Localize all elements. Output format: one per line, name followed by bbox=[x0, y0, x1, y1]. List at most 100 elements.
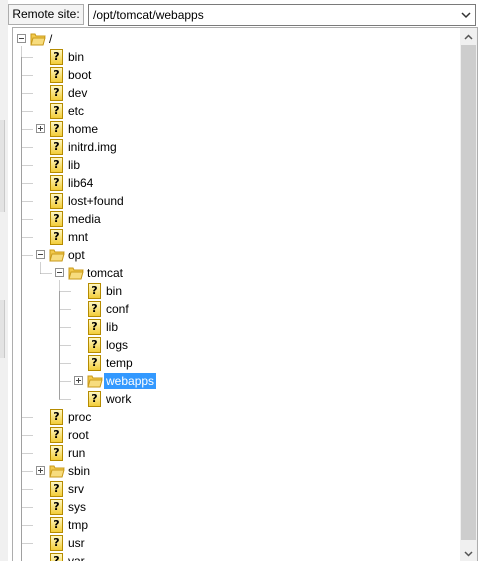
tree-node-lib[interactable]: ? lib bbox=[13, 156, 453, 174]
question-icon: ? bbox=[50, 139, 63, 155]
tree-node-label: etc bbox=[68, 104, 85, 118]
remote-site-bar: Remote site: /opt/tomcat/webapps bbox=[8, 4, 476, 26]
expand-plus-icon[interactable] bbox=[36, 124, 45, 133]
tree-node-label: opt bbox=[68, 248, 85, 262]
tree-node-label: logs bbox=[106, 338, 129, 352]
tree-node-label: bin bbox=[68, 50, 85, 64]
tree-node-mnt[interactable]: ? mnt bbox=[13, 228, 453, 246]
tree-node-proc[interactable]: ? proc bbox=[13, 408, 453, 426]
tree-node-bin[interactable]: ? bin bbox=[13, 48, 453, 66]
tree-node-logs[interactable]: ? logs bbox=[13, 336, 453, 354]
tree-node-label: tmp bbox=[68, 518, 89, 532]
question-icon: ? bbox=[50, 157, 63, 173]
folder-icon bbox=[30, 31, 46, 46]
tree-node-root[interactable]: ? root bbox=[13, 426, 453, 444]
scrollbar-thumb[interactable] bbox=[461, 45, 476, 540]
tree-node-label: initrd.img bbox=[68, 140, 117, 154]
tree-node-bin[interactable]: ? bin bbox=[13, 282, 453, 300]
tree-node-label: run bbox=[68, 446, 86, 460]
tree-node-run[interactable]: ? run bbox=[13, 444, 453, 462]
tree-node-label: work bbox=[106, 392, 132, 406]
tree-node-dev[interactable]: ? dev bbox=[13, 84, 453, 102]
remote-site-path-input[interactable]: /opt/tomcat/webapps bbox=[88, 4, 476, 26]
question-icon: ? bbox=[50, 85, 63, 101]
question-icon: ? bbox=[50, 121, 63, 137]
question-icon: ? bbox=[88, 391, 101, 407]
tree-node-lib64[interactable]: ? lib64 bbox=[13, 174, 453, 192]
tree-node-tmp[interactable]: ? tmp bbox=[13, 516, 453, 534]
tree-node-media[interactable]: ? media bbox=[13, 210, 453, 228]
chevron-down-icon[interactable] bbox=[458, 6, 474, 24]
question-icon: ? bbox=[50, 229, 63, 245]
remote-site-path-text: /opt/tomcat/webapps bbox=[93, 8, 204, 22]
folder-icon bbox=[49, 247, 65, 262]
scroll-up-arrow-icon[interactable] bbox=[460, 28, 477, 45]
tree-node-label: conf bbox=[106, 302, 129, 316]
folder-icon bbox=[49, 463, 65, 478]
tree-node-srv[interactable]: ? srv bbox=[13, 480, 453, 498]
tree-node-boot[interactable]: ? boot bbox=[13, 66, 453, 84]
question-icon: ? bbox=[88, 319, 101, 335]
vertical-scrollbar[interactable] bbox=[460, 28, 477, 561]
tree-node-root[interactable]: / bbox=[13, 30, 453, 48]
tree-node-conf[interactable]: ? conf bbox=[13, 300, 453, 318]
tree-node-tomcat[interactable]: tomcat bbox=[13, 264, 453, 282]
folder-icon bbox=[87, 373, 103, 388]
tree-node-label: lib bbox=[68, 158, 81, 172]
left-pane-edge bbox=[0, 0, 8, 561]
tree-node-etc[interactable]: ? etc bbox=[13, 102, 453, 120]
expand-plus-icon[interactable] bbox=[36, 466, 45, 475]
tree-node-work[interactable]: ? work bbox=[13, 390, 453, 408]
tree-node-label: webapps bbox=[104, 373, 157, 389]
tree-node-temp[interactable]: ? temp bbox=[13, 354, 453, 372]
tree-node-sbin[interactable]: sbin bbox=[13, 462, 453, 480]
tree-node-label: var bbox=[68, 554, 85, 561]
question-icon: ? bbox=[50, 445, 63, 461]
folder-icon bbox=[68, 265, 84, 280]
tree-node-label: lib bbox=[106, 320, 119, 334]
question-icon: ? bbox=[50, 103, 63, 119]
tree-node-usr[interactable]: ? usr bbox=[13, 534, 453, 552]
question-icon: ? bbox=[50, 409, 63, 425]
scroll-down-arrow-icon[interactable] bbox=[460, 545, 477, 561]
tree-node-label: bin bbox=[106, 284, 123, 298]
question-icon: ? bbox=[50, 49, 63, 65]
tree-node-sys[interactable]: ? sys bbox=[13, 498, 453, 516]
tree-node-label: lib64 bbox=[68, 176, 94, 190]
collapse-minus-icon[interactable] bbox=[55, 268, 64, 277]
tree-node-label: srv bbox=[68, 482, 84, 496]
question-icon: ? bbox=[88, 301, 101, 317]
tree-node-webapps[interactable]: webapps bbox=[13, 372, 453, 390]
tree-node-opt[interactable]: opt bbox=[13, 246, 453, 264]
tree-node-label: root bbox=[68, 428, 89, 442]
tree-node-lib[interactable]: ? lib bbox=[13, 318, 453, 336]
tree-node-label: mnt bbox=[68, 230, 89, 244]
tree-node-label: usr bbox=[68, 536, 85, 550]
expand-plus-icon[interactable] bbox=[74, 376, 83, 385]
tree-node-label: tomcat bbox=[87, 266, 124, 280]
question-icon: ? bbox=[50, 427, 63, 443]
question-icon: ? bbox=[50, 535, 63, 551]
question-icon: ? bbox=[50, 175, 63, 191]
tree-node-label: lost+found bbox=[68, 194, 124, 208]
tree-node-home[interactable]: ? home bbox=[13, 120, 453, 138]
tree-node-label: dev bbox=[68, 86, 88, 100]
tree-node-label: media bbox=[68, 212, 101, 226]
tree-node-label: temp bbox=[106, 356, 133, 370]
question-icon: ? bbox=[50, 481, 63, 497]
tree-node-lost-found[interactable]: ? lost+found bbox=[13, 192, 453, 210]
question-icon: ? bbox=[50, 193, 63, 209]
tree-node-initrd-img[interactable]: ? initrd.img bbox=[13, 138, 453, 156]
tree-node-var[interactable]: ? var bbox=[13, 552, 453, 561]
tree-node-label: sbin bbox=[68, 464, 91, 478]
question-icon: ? bbox=[88, 283, 101, 299]
remote-site-label: Remote site: bbox=[8, 4, 84, 25]
collapse-minus-icon[interactable] bbox=[36, 250, 45, 259]
remote-directory-tree[interactable]: /? bin ? boot? dev? etc ? home? initrd.img? lib? l… bbox=[12, 27, 478, 561]
question-icon: ? bbox=[88, 337, 101, 353]
tree-node-label: / bbox=[49, 32, 53, 46]
question-icon: ? bbox=[50, 553, 63, 561]
collapse-minus-icon[interactable] bbox=[17, 34, 26, 43]
question-icon: ? bbox=[50, 211, 63, 227]
question-icon: ? bbox=[88, 355, 101, 371]
